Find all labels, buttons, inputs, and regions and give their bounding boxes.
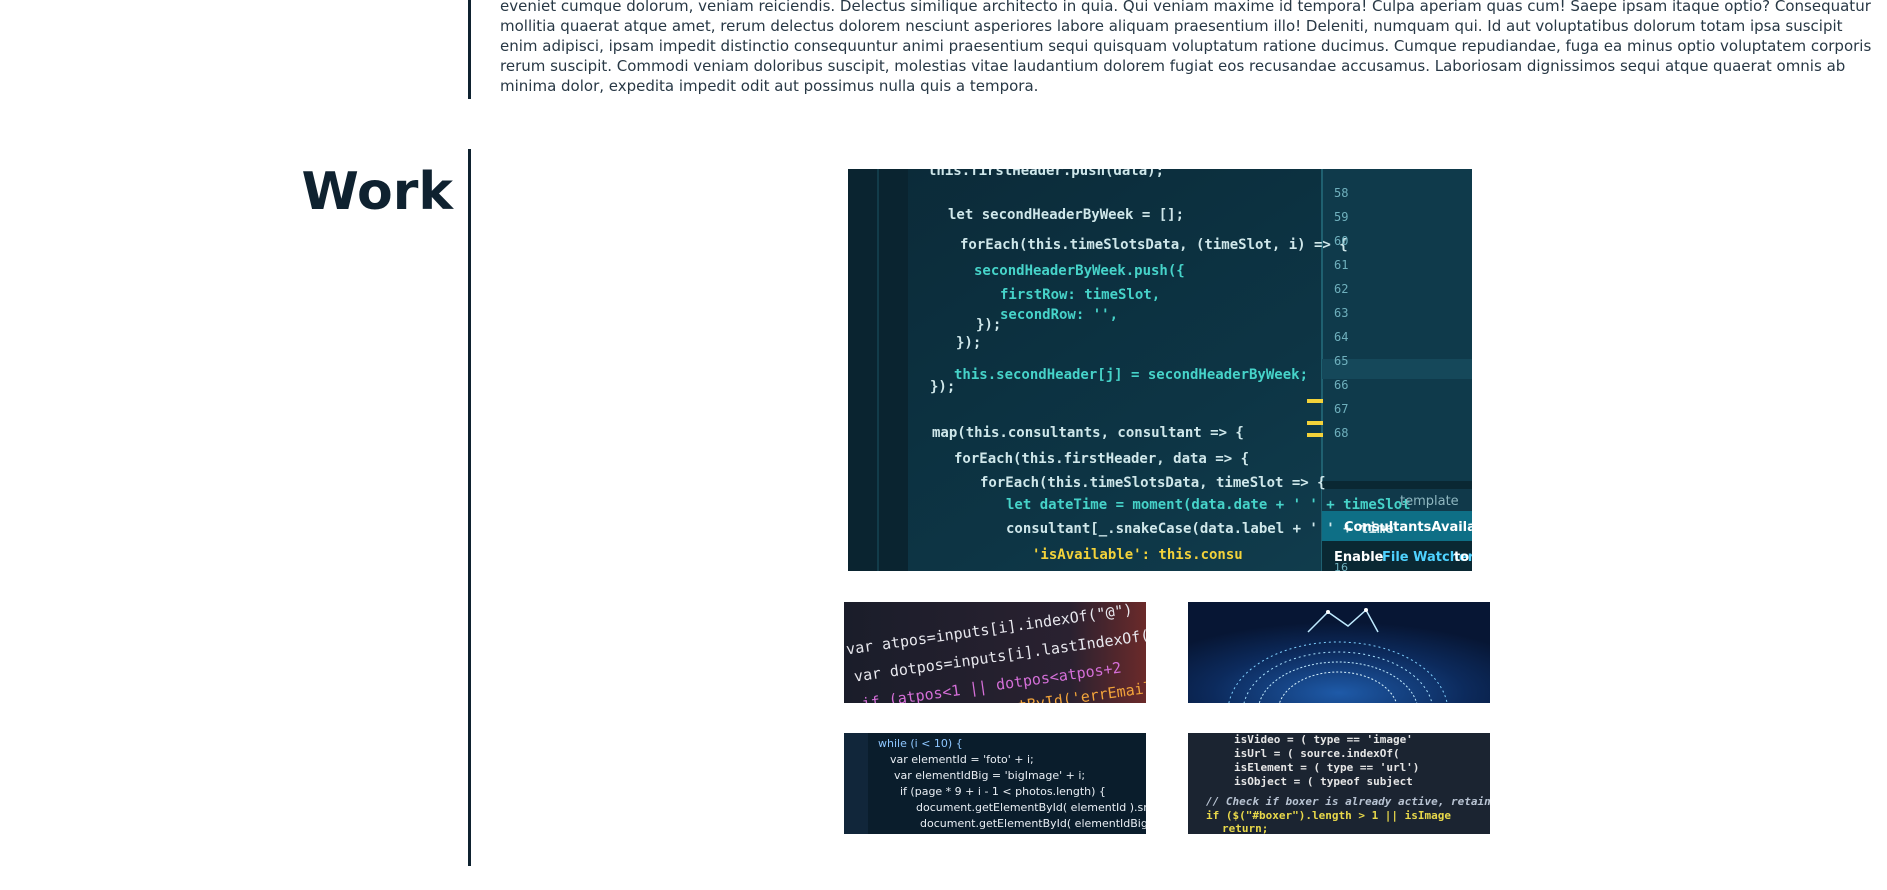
panel-number: 16 — [1334, 561, 1348, 571]
code-line: if ($("#boxer").length > 1 || isImage — [1206, 809, 1451, 822]
work-thumbnail[interactable]: isVideo = ( type == 'image' isUrl = ( so… — [1188, 733, 1490, 834]
code-line: var elementId = 'foto' + i; — [890, 753, 1034, 766]
code-line: }); — [976, 317, 1001, 333]
line-number: 65 — [1334, 354, 1348, 368]
code-line: while (i < 10) { — [878, 737, 963, 750]
code-line: let dateTime = moment(data.date + ' ' + … — [1006, 497, 1411, 513]
code-editor-image: this.firstHeader.push(data); let secondH… — [848, 169, 1472, 571]
code-line: isObject = ( typeof subject — [1234, 775, 1413, 788]
line-number: 68 — [1334, 426, 1348, 440]
page: eveniet cumque dolorum, veniam reiciendi… — [0, 0, 1887, 890]
line-number: 59 — [1334, 210, 1348, 224]
work-thumbnail[interactable]: while (i < 10) { var elementId = 'foto' … — [844, 733, 1146, 834]
work-heading: Work — [301, 162, 453, 222]
line-number: 66 — [1334, 378, 1348, 392]
line-number: 62 — [1334, 282, 1348, 296]
code-line: forEach(this.timeSlotsData, (timeSlot, i… — [960, 237, 1348, 253]
code-line: secondRow: '', — [1000, 307, 1118, 323]
line-number: 61 — [1334, 258, 1348, 272]
code-line: return; — [1222, 822, 1268, 834]
line-number: 58 — [1334, 186, 1348, 200]
code-line: isUrl = ( source.indexOf( — [1234, 747, 1400, 760]
section-divider-work — [468, 149, 471, 866]
boxer-code-image: isVideo = ( type == 'image' isUrl = ( so… — [1188, 733, 1490, 834]
code-line: secondHeaderByWeek.push({ — [974, 263, 1185, 279]
code-line: if (page * 9 + i - 1 < photos.length) { — [900, 785, 1106, 798]
code-line: forEach(this.timeSlotsData, timeSlot => … — [980, 475, 1326, 491]
code-line: forEach(this.firstHeader, data => { — [954, 451, 1249, 467]
line-number: 67 — [1334, 402, 1348, 416]
code-line: this.secondHeader[j] = secondHeaderByWee… — [954, 367, 1308, 383]
photo-code-image: while (i < 10) { var elementId = 'foto' … — [844, 733, 1146, 834]
code-line: }); — [956, 335, 981, 351]
panel-title: ConsultantsAvailabil — [1344, 520, 1472, 535]
work-thumbnail[interactable]: var atpos=inputs[i].indexOf("@") var dot… — [844, 602, 1146, 703]
code-line: var elementIdBig = 'bigImage' + i; — [894, 769, 1085, 782]
line-number: 64 — [1334, 330, 1348, 344]
code-line: let secondHeaderByWeek = []; — [948, 207, 1184, 223]
code-line: map(this.consultants, consultant => { — [932, 425, 1244, 441]
line-number: 63 — [1334, 306, 1348, 320]
digital-globe-image — [1188, 602, 1490, 703]
code-line: // Check if boxer is already active, ret… — [1206, 795, 1490, 808]
code-line: document.getElementById( elementIdBig ).… — [920, 817, 1146, 830]
code-line: }); — [930, 379, 955, 395]
js-code-image: var atpos=inputs[i].indexOf("@") var dot… — [844, 602, 1146, 703]
code-line: this.firstHeader.push(data); — [928, 169, 1164, 179]
code-line: isElement = ( type == 'url') — [1234, 761, 1419, 774]
panel-tab-label: template — [1400, 494, 1459, 509]
work-thumbnail[interactable] — [1188, 602, 1490, 703]
code-line: 'isAvailable': this.consu — [1032, 547, 1243, 563]
work-main-image[interactable]: this.firstHeader.push(data); let secondH… — [848, 169, 1472, 571]
about-paragraph: eveniet cumque dolorum, veniam reiciendi… — [500, 0, 1872, 95]
code-line: document.getElementById( elementId ).src… — [916, 801, 1146, 814]
code-line: isVideo = ( type == 'image' — [1234, 733, 1413, 746]
section-divider-about — [468, 0, 471, 99]
code-line: consultant[_.snakeCase(data.label + ' ' … — [1006, 521, 1394, 537]
panel-text: to — [1454, 550, 1469, 565]
code-line: firstRow: timeSlot, — [1000, 287, 1160, 303]
line-number: 60 — [1334, 234, 1348, 248]
